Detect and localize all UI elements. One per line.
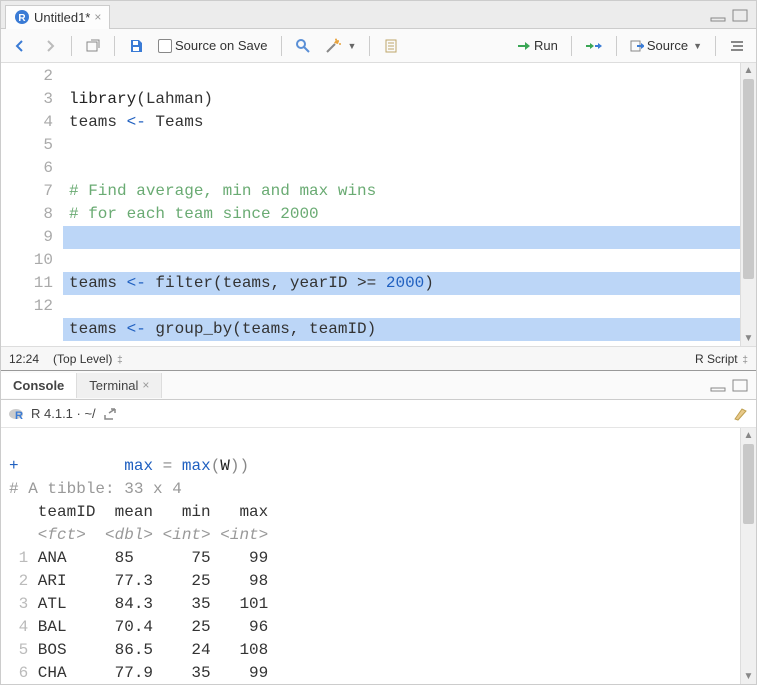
code-area[interactable]: library(Lahman) teams <- Teams # Find av…: [63, 63, 740, 346]
column-header: teamID mean min max: [9, 503, 268, 521]
close-icon[interactable]: ×: [142, 378, 149, 392]
popout-icon[interactable]: [102, 406, 118, 422]
cursor-position: 12:24: [9, 352, 39, 366]
code-editor[interactable]: 2 3 4 5 6 7 8 9 10 11 12 library(Lahman)…: [1, 63, 756, 346]
editor-toolbar: Source on Save ▼ Run Source▼: [1, 29, 756, 63]
editor-scrollbar[interactable]: ▲ ▼: [740, 63, 756, 346]
run-label: Run: [534, 38, 558, 53]
table-row: 6 CHA 77.9 35 99: [9, 664, 268, 682]
code-tools-button[interactable]: ▼: [320, 35, 362, 57]
svg-text:R: R: [18, 13, 26, 24]
table-row: 3 ATL 84.3 35 101: [9, 595, 268, 613]
table-row: 5 BOS 86.5 24 108: [9, 641, 268, 659]
table-row: 2 ARI 77.3 25 98: [9, 572, 268, 590]
close-icon[interactable]: ×: [94, 10, 101, 24]
maximize-pane-icon[interactable]: [732, 377, 748, 393]
minimize-pane-icon[interactable]: [710, 7, 726, 23]
tab-terminal[interactable]: Terminal×: [77, 373, 162, 398]
r-version-text: R 4.1.1 · ~/: [31, 406, 96, 421]
file-tab-title: Untitled1*: [34, 10, 90, 25]
column-types: <fct> <dbl> <int> <int>: [9, 526, 268, 544]
minimize-pane-icon[interactable]: [710, 377, 726, 393]
editor-status-bar: 12:24 (Top Level) ‡ R Script ‡: [1, 346, 756, 370]
run-button[interactable]: Run: [512, 35, 563, 56]
table-row: 4 BAL 70.4 25 96: [9, 618, 268, 636]
compile-report-button[interactable]: [378, 35, 404, 57]
rerun-button[interactable]: [580, 36, 608, 56]
line-gutter: 2 3 4 5 6 7 8 9 10 11 12: [1, 63, 63, 346]
forward-nav-button[interactable]: [37, 35, 63, 57]
source-button[interactable]: Source▼: [625, 35, 707, 56]
source-label: Source: [647, 38, 688, 53]
editor-tab-bar: R Untitled1* ×: [1, 1, 756, 29]
back-nav-button[interactable]: [7, 35, 33, 57]
tab-console[interactable]: Console: [1, 373, 77, 398]
r-file-icon: R: [14, 9, 30, 25]
r-logo-icon: R: [9, 406, 25, 422]
svg-text:R: R: [15, 410, 23, 422]
tibble-header: # A tibble: 33 x 4: [9, 480, 182, 498]
console-header: R R 4.1.1 · ~/: [1, 400, 756, 428]
console-output[interactable]: + max = max(W)) # A tibble: 33 x 4 teamI…: [1, 428, 740, 684]
checkbox-icon: [158, 39, 172, 53]
maximize-pane-icon[interactable]: [732, 7, 748, 23]
show-in-new-window-button[interactable]: [80, 35, 106, 57]
console-tab-bar: Console Terminal×: [1, 370, 756, 400]
file-type-selector[interactable]: R Script ‡: [695, 352, 748, 366]
find-button[interactable]: [290, 35, 316, 57]
source-on-save-toggle[interactable]: Source on Save: [153, 35, 273, 56]
outline-button[interactable]: [724, 35, 750, 57]
console-scrollbar[interactable]: ▲ ▼: [740, 428, 756, 684]
table-row: 1 ANA 85 75 99: [9, 549, 268, 567]
save-button[interactable]: [123, 35, 149, 57]
clear-console-icon[interactable]: [732, 406, 748, 422]
scope-selector[interactable]: (Top Level) ‡: [53, 352, 123, 366]
source-on-save-label: Source on Save: [175, 38, 268, 53]
file-tab[interactable]: R Untitled1* ×: [5, 5, 110, 29]
